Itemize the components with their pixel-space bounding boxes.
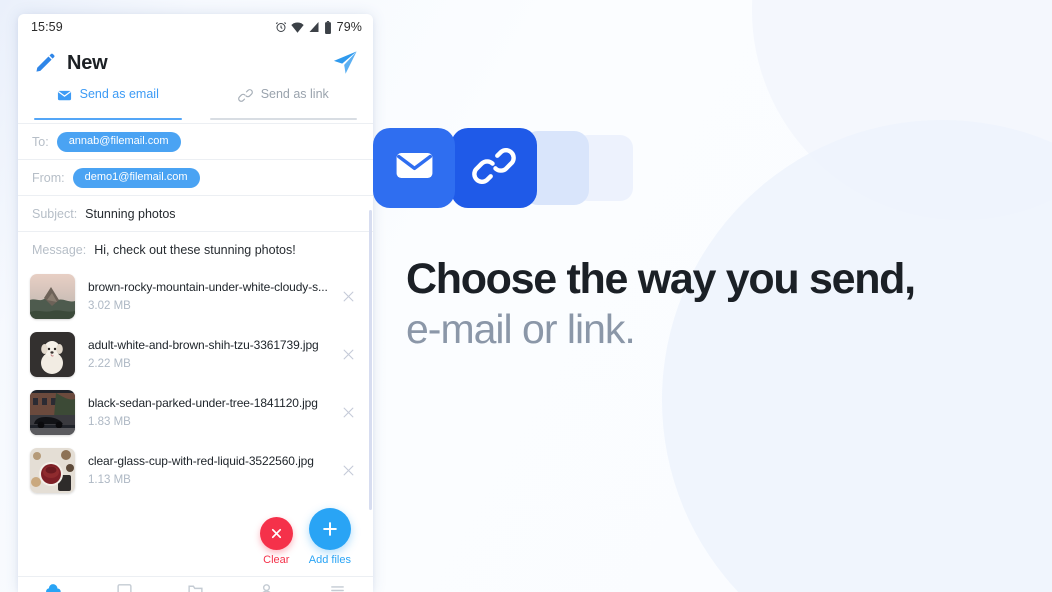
battery-percent: 79%	[336, 20, 362, 34]
message-label: Message:	[32, 242, 87, 257]
promo-panel: Choose the way you send, e-mail or link.	[373, 0, 1052, 592]
list-item[interactable]: brown-rocky-mountain-under-white-cloudy-…	[18, 267, 373, 325]
file-meta: clear-glass-cup-with-red-liquid-3522560.…	[88, 452, 335, 488]
file-size: 2.22 MB	[88, 358, 131, 370]
promo-card-email	[373, 128, 455, 208]
bottom-nav-item-menu[interactable]	[302, 582, 373, 592]
tab-underline-inactive	[209, 117, 357, 120]
envelope-icon	[57, 88, 72, 103]
app-header: New	[18, 40, 373, 86]
file-size: 3.02 MB	[88, 300, 131, 312]
plus-icon[interactable]	[308, 508, 351, 550]
status-bar-clock: 15:59	[31, 20, 63, 34]
file-size: 1.13 MB	[88, 474, 131, 486]
close-icon[interactable]	[335, 457, 361, 483]
tab-send-as-link[interactable]: Send as link	[196, 86, 372, 120]
bottom-nav-item-inbox[interactable]	[89, 582, 160, 592]
file-name: brown-rocky-mountain-under-white-cloudy-…	[88, 280, 328, 294]
promo-card-link	[451, 128, 537, 208]
list-item[interactable]: black-sedan-parked-under-tree-1841120.jp…	[18, 383, 373, 441]
to-row[interactable]: To: annab@filemail.com	[18, 123, 373, 159]
status-bar: 15:59 79%	[18, 14, 373, 40]
add-files-button[interactable]: Add files	[309, 508, 351, 566]
signal-icon	[308, 21, 320, 33]
to-label: To:	[32, 134, 49, 149]
file-meta: black-sedan-parked-under-tree-1841120.jp…	[88, 394, 335, 430]
alarm-icon	[275, 21, 287, 33]
tab-underline-active	[34, 117, 182, 120]
clear-button[interactable]: Clear	[259, 517, 293, 566]
link-icon	[237, 88, 253, 103]
tab-label: Send as email	[79, 87, 159, 101]
menu-icon	[329, 582, 346, 592]
file-meta: adult-white-and-brown-shih-tzu-3361739.j…	[88, 336, 335, 372]
message-input[interactable]: Hi, check out these stunning photos!	[94, 243, 296, 257]
inbox-icon	[116, 582, 133, 592]
battery-icon	[324, 20, 332, 34]
close-icon[interactable]	[335, 399, 361, 425]
scrollbar[interactable]	[369, 210, 372, 510]
headline-line-1: Choose the way you send,	[406, 255, 916, 303]
contacts-icon	[258, 582, 275, 592]
mountain-thumbnail	[30, 273, 75, 319]
subject-row[interactable]: Subject: Stunning photos	[18, 195, 373, 231]
file-name: adult-white-and-brown-shih-tzu-3361739.j…	[88, 338, 319, 352]
subject-label: Subject:	[32, 206, 78, 221]
from-label: From:	[32, 170, 65, 185]
bottom-nav-item-folder[interactable]	[160, 582, 231, 592]
status-bar-icons: 79%	[275, 20, 362, 34]
message-row[interactable]: Message: Hi, check out these stunning ph…	[18, 231, 373, 267]
promo-card-stack	[373, 128, 633, 208]
cloud-upload-icon	[45, 582, 62, 592]
attachment-list[interactable]: brown-rocky-mountain-under-white-cloudy-…	[18, 267, 373, 576]
bottom-nav-item-contacts[interactable]	[231, 582, 302, 592]
envelope-icon	[393, 144, 436, 192]
dog-thumbnail	[30, 331, 75, 377]
from-row[interactable]: From: demo1@filemail.com	[18, 159, 373, 195]
to-recipient-chip[interactable]: annab@filemail.com	[56, 131, 181, 152]
close-icon[interactable]	[259, 517, 293, 550]
subject-input[interactable]: Stunning photos	[85, 207, 175, 221]
action-buttons: Clear Add files	[259, 508, 351, 566]
pencil-icon	[34, 52, 56, 74]
add-files-label: Add files	[308, 554, 351, 566]
link-icon	[472, 144, 516, 193]
file-size: 1.83 MB	[88, 416, 131, 428]
file-name: clear-glass-cup-with-red-liquid-3522560.…	[88, 454, 314, 468]
send-icon[interactable]	[331, 49, 359, 77]
wifi-icon	[290, 21, 304, 33]
tab-label: Send as link	[260, 87, 329, 101]
close-icon[interactable]	[335, 283, 361, 309]
folder-icon	[187, 582, 204, 592]
close-icon[interactable]	[335, 341, 361, 367]
from-sender-chip[interactable]: demo1@filemail.com	[72, 167, 200, 188]
drink-thumbnail	[30, 447, 75, 493]
headline-line-2: e-mail or link.	[406, 306, 636, 353]
bottom-nav	[18, 576, 373, 592]
file-name: black-sedan-parked-under-tree-1841120.jp…	[88, 396, 318, 410]
promo-headline: Choose the way you send, e-mail or link.	[406, 255, 1046, 354]
phone-frame: 15:59 79% New Send as email Send as link…	[18, 14, 373, 592]
tab-bar: Send as email Send as link	[18, 86, 373, 123]
tab-send-as-email[interactable]: Send as email	[20, 86, 196, 120]
clear-label: Clear	[263, 554, 290, 566]
screen: 15:59 79% New Send as email Send as link…	[0, 0, 1052, 592]
bottom-nav-item-upload[interactable]	[18, 582, 89, 592]
page-title: New	[67, 51, 108, 74]
list-item[interactable]: clear-glass-cup-with-red-liquid-3522560.…	[18, 441, 373, 499]
file-meta: brown-rocky-mountain-under-white-cloudy-…	[88, 278, 335, 314]
list-item[interactable]: adult-white-and-brown-shih-tzu-3361739.j…	[18, 325, 373, 383]
car-thumbnail	[30, 389, 75, 435]
